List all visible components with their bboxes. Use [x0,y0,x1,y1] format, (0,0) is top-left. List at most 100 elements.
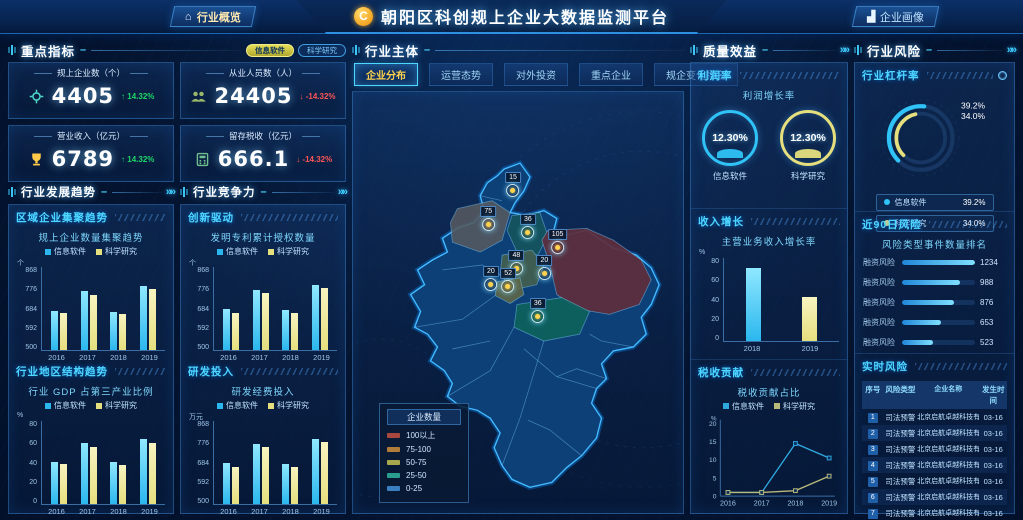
table-row[interactable]: 7司法预警北京启航卓越科技有限公司03-16 [862,505,1007,520]
tab-item[interactable]: 运营态势 [429,63,493,86]
bar [262,447,269,504]
gauge-value: 12.30% [790,132,826,144]
y-tick: 500 [197,498,209,505]
map-legend-row: 100以上 [387,430,461,441]
bar [60,313,67,350]
marker-value: 52 [500,268,516,279]
tab-item[interactable]: 对外投资 [504,63,568,86]
stat-card-title: 从业人员数（人） [181,67,345,79]
risk-rank-row: 融资风险523 [863,337,1006,348]
legend-item: 信息软件 [217,400,258,411]
legend-swatch [217,249,223,255]
table-row[interactable]: 2司法预警北京启航卓越科技有限公司03-16 [862,425,1007,441]
axis-unit-label: 万元 [189,412,203,422]
slash-decor [740,72,841,79]
bar [312,439,319,504]
bar-group [253,444,269,504]
enterprise-name-cell: 北京启航卓越科技有限公司 [917,412,979,422]
table-row[interactable]: 4司法预警北京启航卓越科技有限公司03-16 [862,457,1007,473]
legend-label: 科学研究 [783,401,815,412]
info-icon[interactable] [998,71,1007,80]
nav-industry-overview-button[interactable]: ⌂ 行业概览 [170,6,256,27]
map-marker[interactable]: 20 [483,266,499,291]
bar-group [51,311,67,350]
more-arrows-icon[interactable]: »» [338,186,346,198]
bar [51,462,58,504]
svg-text:2019: 2019 [821,499,837,507]
legend-value: 39.2% [963,198,986,207]
more-arrows-icon[interactable]: »» [1007,44,1015,56]
dash-decor: – [926,44,932,56]
bar [119,465,126,504]
sub-title: 利润率 [698,68,733,83]
profit-gauges: 12.30%信息软件12.30%科学研究 [691,110,847,182]
x-tick: 2019 [141,507,158,516]
quality-panel: 利润率 利润增长率 12.30%信息软件12.30%科学研究 收入增长 主营业务… [690,62,848,514]
tab-item[interactable]: 重点企业 [579,63,643,86]
table-row[interactable]: 1司法预警北京启航卓越科技有限公司03-16 [862,409,1007,425]
trophy-icon [28,151,45,168]
risk-rank-row: 融资风险653 [863,317,1006,328]
svg-text:39.2%: 39.2% [961,100,985,110]
x-tick: 2018 [110,353,127,362]
time-cell: 03-16 [979,493,1007,502]
legend-swatch [96,403,102,409]
map-marker[interactable]: 15 [505,172,521,197]
time-cell: 03-16 [979,509,1007,518]
legend-label: 科学研究 [277,400,309,411]
slash-decor [115,368,166,375]
risk-rank-row: 融资风险1234 [863,257,1006,268]
plot-row: 868776684592500 [17,267,165,351]
legend-item: 信息软件 [723,401,764,412]
stat-delta: ↓ -14.32% [296,155,332,164]
bar [223,309,230,350]
nav-left-label: 行业概览 [197,9,241,25]
legend-item: 科学研究 [96,246,137,257]
stat-card-title: 规上企业数（个） [9,67,173,79]
table-row[interactable]: 5司法预警北京启航卓越科技有限公司03-16 [862,473,1007,489]
plot: %80604020020182019 [699,258,839,353]
y-tick: 500 [25,344,37,351]
nav-enterprise-portrait-button[interactable]: ▟ 企业画像 [851,6,939,27]
map-marker[interactable]: 75 [480,206,496,231]
leverage-arc-chart: 39.2%34.0% [855,85,1014,192]
key-indicator-cards: 规上企业数（个）4405↑ 14.32%从业人员数（人）24405↓ -14.3… [8,62,346,182]
y-tick: 60 [711,277,719,284]
plot-row: 868776684592500 [189,421,337,505]
table-row[interactable]: 3司法预警北京启航卓越科技有限公司03-16 [862,441,1007,457]
map-marker[interactable]: 36 [530,298,546,323]
bar [81,291,88,350]
legend-label: 信息软件 [226,400,258,411]
stat-delta: ↑ 14.32% [121,155,154,164]
stat-card-title: 营业收入（亿元） [9,130,173,142]
table-row[interactable]: 6司法预警北京启航卓越科技有限公司03-16 [862,489,1007,505]
chart-title: 研发经费投入 [181,384,345,398]
map-marker[interactable]: 36 [520,214,536,239]
plot-area [213,421,337,505]
section-bars-icon [8,187,16,197]
more-arrows-icon[interactable]: »» [166,186,174,198]
map-marker[interactable]: 52 [500,268,516,293]
row-index-cell: 2 [862,428,884,439]
bar-group [282,464,298,504]
bar [746,268,761,342]
chart-title: 行业 GDP 占第三产业比例 [9,384,173,398]
map-marker[interactable]: 105 [548,229,568,254]
chart-title: 税收贡献占比 [691,385,847,399]
indicator-toggle-inactive[interactable]: 科学研究 [298,44,346,57]
slash-decor [115,214,166,221]
x-axis-labels: 2016201720182019 [41,507,165,516]
risk-type-label: 融资风险 [863,297,897,308]
map-marker[interactable]: 20 [536,255,552,280]
more-arrows-icon[interactable]: »» [840,44,848,56]
section-title: 重点指标 [21,41,75,60]
marker-dot [486,222,491,227]
indicator-toggle-active[interactable]: 信息软件 [246,44,294,57]
plot: 个8687766845925002016201720182019 [189,267,337,362]
home-icon: ⌂ [185,11,192,23]
risk-type-cell: 司法预警 [884,444,917,455]
gear-icon [28,88,45,105]
chart-title: 主营业务收入增长率 [691,234,847,248]
tab-active[interactable]: 企业分布 [354,63,418,86]
sub-title: 实时风险 [862,359,908,374]
